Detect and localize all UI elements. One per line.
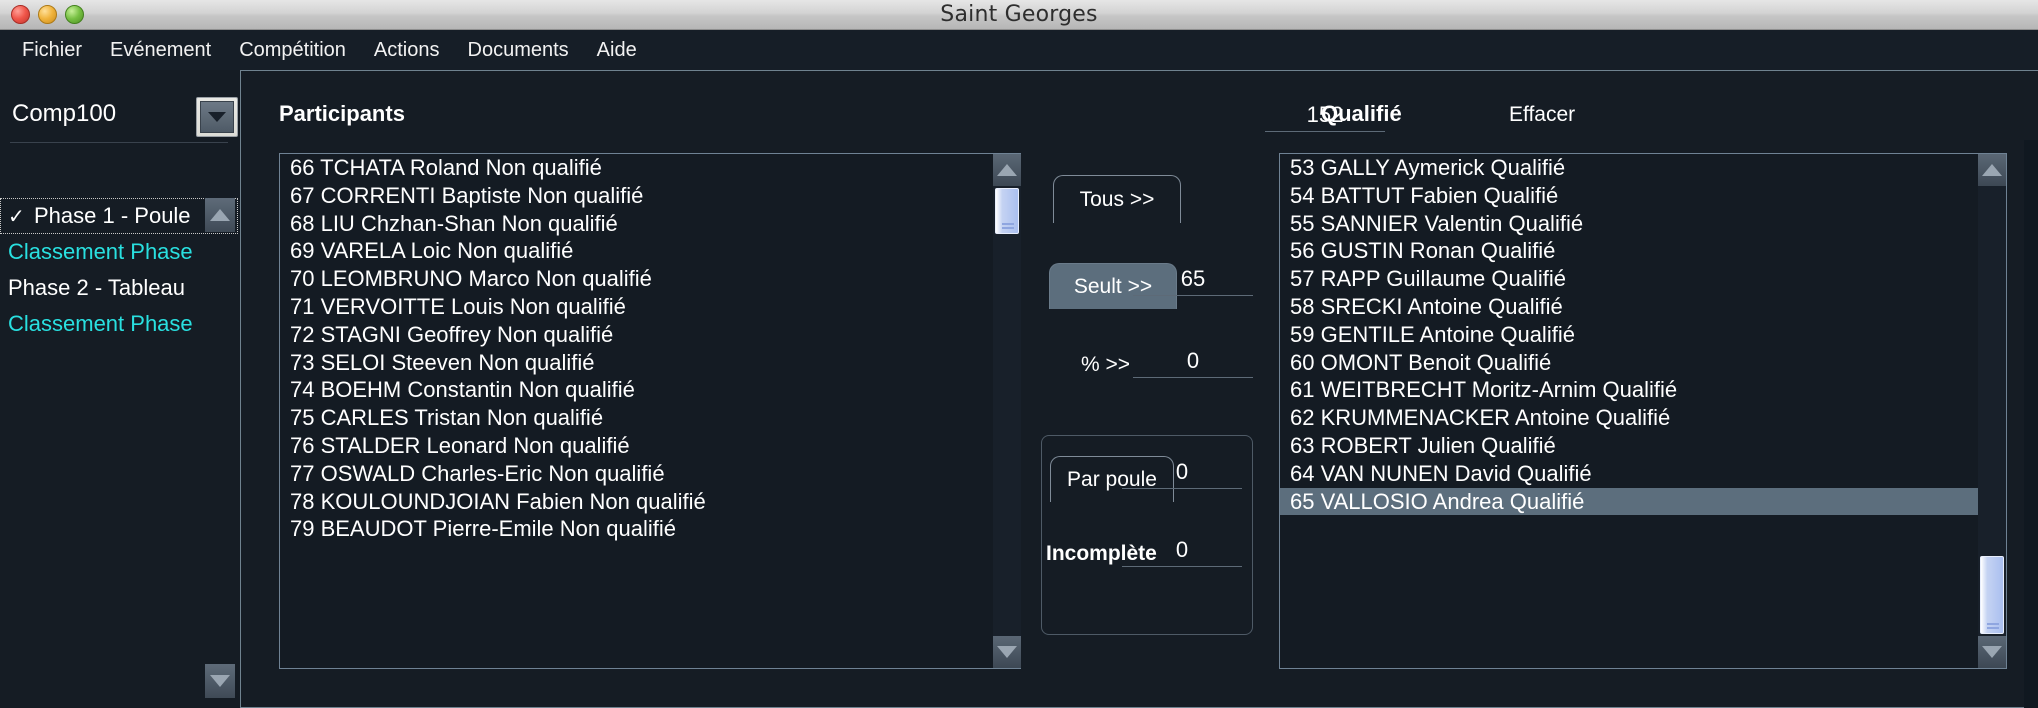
sidebar-scrollbar[interactable]: [205, 198, 235, 698]
qualified-list[interactable]: 53 GALLY Aymerick Qualifié 54 BATTUT Fab…: [1279, 153, 2007, 669]
menu-item-fichier[interactable]: Fichier: [8, 35, 96, 66]
combo-divider: [10, 142, 228, 143]
scroll-up-icon[interactable]: [1978, 154, 2006, 186]
list-item[interactable]: 63 ROBERT Julien Qualifié: [1280, 432, 2006, 460]
scroll-down-icon[interactable]: [205, 664, 235, 698]
menu-item-competition[interactable]: Compétition: [225, 35, 360, 66]
list-item[interactable]: 77 OSWALD Charles-Eric Non qualifié: [280, 460, 1020, 488]
clear-button[interactable]: Effacer: [1509, 103, 1575, 127]
list-item[interactable]: 66 TCHATA Roland Non qualifié: [280, 154, 1020, 182]
list-item[interactable]: 59 GENTILE Antoine Qualifié: [1280, 321, 2006, 349]
competition-select-dropdown-button[interactable]: [196, 97, 238, 137]
list-item[interactable]: 73 SELOI Steeven Non qualifié: [280, 349, 1020, 377]
par-poule-value-field[interactable]: 0: [1122, 456, 1242, 489]
seult-value-field[interactable]: 65: [1133, 263, 1253, 296]
list-item[interactable]: 53 GALLY Aymerick Qualifié: [1280, 154, 2006, 182]
participants-title: Participants: [279, 101, 405, 126]
title-bar: Saint Georges: [0, 0, 2038, 30]
list-item[interactable]: 58 SRECKI Antoine Qualifié: [1280, 293, 2006, 321]
list-item[interactable]: 78 KOULOUNDJOIAN Fabien Non qualifié: [280, 488, 1020, 516]
competition-select[interactable]: Comp100: [0, 92, 238, 144]
incomplete-value-field[interactable]: 0: [1122, 534, 1242, 567]
sidebar-item-phase-2[interactable]: Phase 2 - Tableau: [0, 270, 238, 306]
list-item[interactable]: 64 VAN NUNEN David Qualifié: [1280, 460, 2006, 488]
menu-item-evenement[interactable]: Evénement: [96, 35, 225, 66]
qualified-title: Qualifié: [1321, 101, 1402, 126]
list-item[interactable]: 65 VALLOSIO Andrea Qualifié: [1280, 487, 2006, 516]
tous-button[interactable]: Tous >>: [1053, 175, 1181, 223]
qualified-scrollbar[interactable]: [1978, 154, 2006, 668]
scroll-up-icon[interactable]: [993, 154, 1021, 186]
sidebar-item-classement-phase-1[interactable]: Classement Phase: [0, 234, 238, 270]
main-panel: Participants 152 Qualifié Effacer 65 66 …: [240, 70, 2038, 708]
percent-value: 0: [1186, 348, 1200, 373]
body-area: Comp100 ✓ Phase 1 - Poule Classement Phas…: [0, 70, 2038, 708]
participants-list[interactable]: 66 TCHATA Roland Non qualifié 67 CORRENT…: [279, 153, 1021, 669]
application-window: Saint Georges Fichier Evénement Compétit…: [0, 0, 2038, 708]
list-item[interactable]: 62 KRUMMENACKER Antoine Qualifié: [1280, 404, 2006, 432]
phase-list: ✓ Phase 1 - Poule Classement Phase Phase …: [0, 198, 238, 698]
menu-item-documents[interactable]: Documents: [454, 35, 583, 66]
sidebar: Comp100 ✓ Phase 1 - Poule Classement Phas…: [0, 70, 238, 708]
sidebar-item-label: Phase 2 - Tableau: [8, 275, 185, 300]
seult-value: 65: [1180, 266, 1206, 291]
scroll-down-icon[interactable]: [993, 636, 1021, 668]
scrollbar-thumb[interactable]: [1980, 556, 2004, 634]
list-item[interactable]: 61 WEITBRECHT Moritz-Arnim Qualifié: [1280, 376, 2006, 404]
check-icon: ✓: [8, 206, 25, 228]
list-item[interactable]: 57 RAPP Guillaume Qualifié: [1280, 265, 2006, 293]
participants-scrollbar[interactable]: [993, 154, 1021, 668]
list-item[interactable]: 71 VERVOITTE Louis Non qualifié: [280, 293, 1020, 321]
list-item[interactable]: 75 CARLES Tristan Non qualifié: [280, 404, 1020, 432]
scrollbar-thumb[interactable]: [995, 188, 1019, 234]
par-poule-value: 0: [1175, 459, 1189, 484]
sidebar-item-label: Phase 1 - Poule: [34, 203, 191, 228]
list-item[interactable]: 55 SANNIER Valentin Qualifié: [1280, 210, 2006, 238]
list-item[interactable]: 68 LIU Chzhan-Shan Non qualifié: [280, 210, 1020, 238]
sidebar-item-label: Classement Phase: [8, 311, 193, 336]
menu-item-aide[interactable]: Aide: [583, 35, 651, 66]
window-title: Saint Georges: [940, 2, 1098, 27]
list-item[interactable]: 54 BATTUT Fabien Qualifié: [1280, 182, 2006, 210]
right-edge-strip: [2024, 140, 2038, 708]
percent-button[interactable]: % >>: [1081, 353, 1130, 377]
list-item[interactable]: 60 OMONT Benoit Qualifié: [1280, 349, 2006, 377]
menu-bar: Fichier Evénement Compétition Actions Do…: [0, 30, 2038, 70]
menu-item-actions[interactable]: Actions: [360, 35, 454, 66]
transfer-controls: Tous >> Seult >> 65 % >> 0 Par poule 0 I…: [1041, 153, 1265, 669]
list-item[interactable]: 79 BEAUDOT Pierre-Emile Non qualifié: [280, 515, 1020, 543]
poule-group-box: Par poule 0 Incomplète 0: [1041, 435, 1253, 635]
list-item[interactable]: 69 VARELA Loic Non qualifié: [280, 237, 1020, 265]
list-item[interactable]: 74 BOEHM Constantin Non qualifié: [280, 376, 1020, 404]
sidebar-item-label: Classement Phase: [8, 239, 193, 264]
incomplete-value: 0: [1175, 537, 1189, 562]
percent-value-field[interactable]: 0: [1133, 345, 1253, 378]
list-item[interactable]: 76 STALDER Leonard Non qualifié: [280, 432, 1020, 460]
scroll-down-icon[interactable]: [1978, 636, 2006, 668]
scroll-up-icon[interactable]: [205, 198, 235, 232]
competition-select-value: Comp100: [12, 100, 117, 127]
sidebar-item-classement-phase-2[interactable]: Classement Phase: [0, 306, 238, 342]
list-item[interactable]: 56 GUSTIN Ronan Qualifié: [1280, 237, 2006, 265]
list-item[interactable]: 70 LEOMBRUNO Marco Non qualifié: [280, 265, 1020, 293]
list-item[interactable]: 67 CORRENTI Baptiste Non qualifié: [280, 182, 1020, 210]
list-item[interactable]: 72 STAGNI Geoffrey Non qualifié: [280, 321, 1020, 349]
chevron-down-icon: [200, 101, 234, 133]
sidebar-item-phase-1[interactable]: ✓ Phase 1 - Poule: [0, 198, 238, 234]
